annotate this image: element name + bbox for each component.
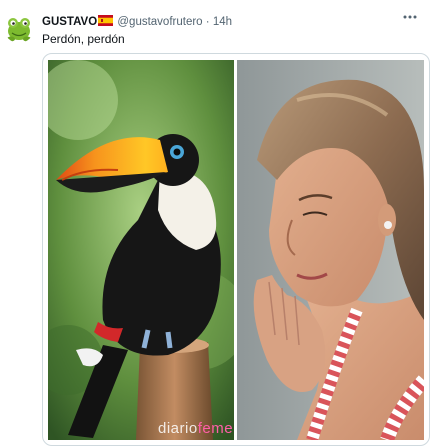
tweet-media[interactable]: diariofeme	[42, 53, 430, 446]
toucan-illustration	[48, 60, 234, 440]
watermark-prefix: diario	[158, 420, 198, 437]
tweet-text: Perdón, perdón	[42, 32, 125, 46]
avatar[interactable]	[4, 13, 34, 43]
tweet[interactable]: GUSTAVO @gustavofrutero · 14h Perdón, pe…	[0, 0, 433, 448]
more-horizontal-icon	[403, 15, 417, 19]
meta-separator: ·	[205, 16, 210, 28]
author-handle[interactable]: @gustavofrutero	[117, 16, 202, 28]
spain-flag-icon	[98, 15, 114, 26]
watermark: diariofeme	[158, 420, 233, 437]
frog-avatar-icon	[7, 18, 31, 42]
woman-illustration	[237, 60, 424, 440]
toucan-image[interactable]: diariofeme	[48, 60, 234, 440]
tweet-header: GUSTAVO @gustavofrutero · 14h	[42, 13, 372, 31]
woman-photo[interactable]	[237, 60, 424, 440]
more-options-button[interactable]	[398, 10, 422, 30]
author-name[interactable]: GUSTAVO	[42, 16, 97, 28]
tweet-time[interactable]: 14h	[213, 16, 232, 28]
watermark-suffix: feme	[197, 420, 234, 437]
